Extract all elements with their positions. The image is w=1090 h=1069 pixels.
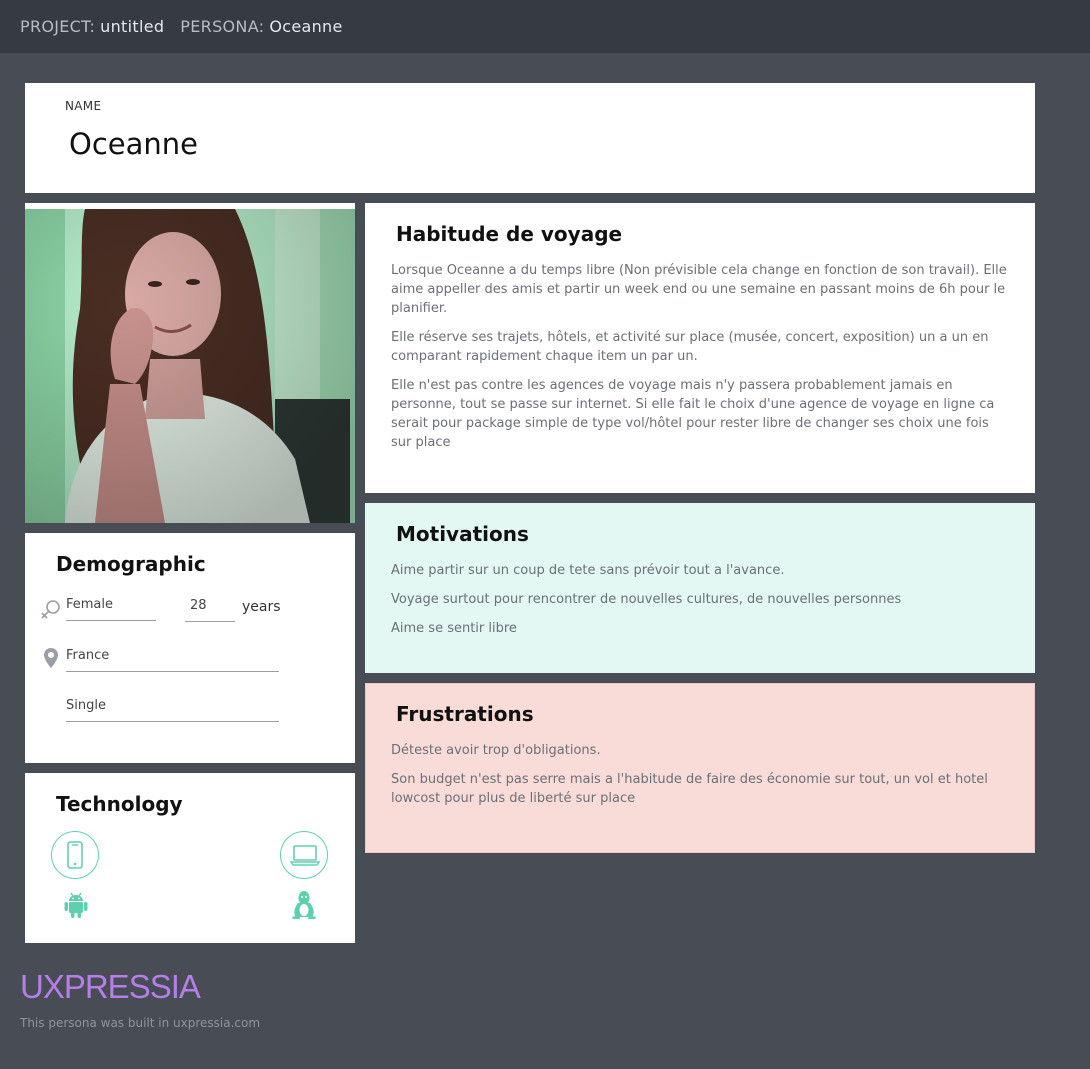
location-field[interactable]: France [66, 648, 279, 672]
frustrations-title: Frustrations [396, 702, 534, 726]
technology-title: Technology [56, 792, 183, 816]
persona-photo[interactable] [25, 209, 355, 523]
motivation-item: Aime se sentir libre [391, 621, 517, 636]
persona-name[interactable]: Oceanne [269, 17, 342, 36]
laptop-icon [289, 844, 321, 870]
frustration-item: Son budget n'est pas serre mais a l'habi… [391, 772, 988, 806]
demographic-card: Demographic Female 28 years France Singl… [25, 533, 355, 763]
motivations-text[interactable]: Aime partir sur un coup de tete sans pré… [391, 561, 1011, 648]
location-pin-icon [42, 647, 60, 673]
photo-card [25, 203, 355, 523]
age-unit: years [242, 599, 281, 615]
location-value: France [66, 648, 110, 663]
motivation-item: Aime partir sur un coup de tete sans pré… [391, 563, 785, 578]
top-bar: PROJECT: untitled PERSONA: Oceanne [0, 0, 1090, 53]
footer-note: This persona was built in uxpressia.com [20, 1016, 261, 1030]
laptop-device-badge[interactable] [280, 831, 328, 879]
motivations-title: Motivations [396, 522, 529, 546]
age-field[interactable]: 28 [185, 598, 235, 622]
motivation-item: Voyage surtout pour rencontrer de nouvel… [391, 592, 902, 607]
travel-habits-paragraph: Lorsque Oceanne a du temps libre (Non pr… [391, 263, 1007, 316]
relationship-status-value: Single [66, 698, 106, 713]
demographic-title: Demographic [56, 552, 206, 576]
project-name[interactable]: untitled [100, 17, 164, 36]
technology-card: Technology [25, 773, 355, 943]
linux-icon[interactable] [291, 890, 317, 924]
travel-habits-card: Habitude de voyage Lorsque Oceanne a du … [365, 203, 1035, 493]
gender-icon [40, 598, 62, 624]
travel-habits-title: Habitude de voyage [396, 222, 623, 246]
gender-value: Female [66, 597, 114, 612]
uxpressia-logo[interactable]: UXPRESSIA [20, 968, 201, 1006]
motivations-card: Motivations Aime partir sur un coup de t… [365, 503, 1035, 673]
phone-icon [67, 841, 83, 873]
name-label: NAME [65, 99, 102, 113]
travel-habits-paragraph: Elle réserve ses trajets, hôtels, et act… [391, 330, 989, 364]
persona-photo-image [25, 209, 355, 523]
travel-habits-paragraph: Elle n'est pas contre les agences de voy… [391, 378, 995, 450]
frustrations-text[interactable]: Déteste avoir trop d'obligations. Son bu… [391, 741, 1011, 818]
relationship-status-field[interactable]: Single [66, 698, 279, 722]
project-label: PROJECT: [20, 17, 96, 36]
persona-label: PERSONA: [180, 17, 265, 36]
travel-habits-text[interactable]: Lorsque Oceanne a du temps libre (Non pr… [391, 261, 1011, 462]
frustration-item: Déteste avoir trop d'obligations. [391, 743, 601, 758]
gender-field[interactable]: Female [66, 597, 156, 621]
phone-device-badge[interactable] [51, 831, 99, 879]
age-value: 28 [190, 598, 207, 613]
frustrations-card: Frustrations Déteste avoir trop d'obliga… [365, 683, 1035, 853]
name-card: NAME Oceanne [25, 83, 1035, 193]
persona-name-field[interactable]: Oceanne [69, 127, 198, 161]
android-icon[interactable] [63, 891, 89, 923]
